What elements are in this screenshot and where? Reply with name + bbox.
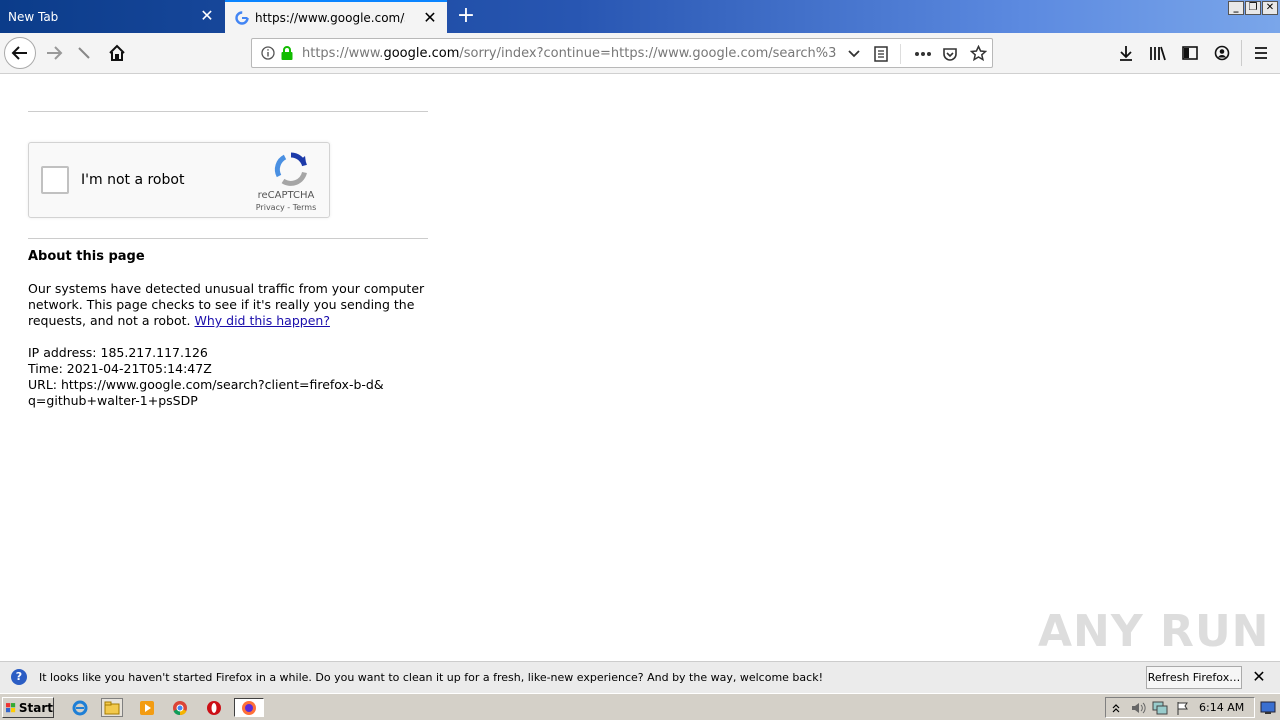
- opera-taskbar-icon[interactable]: [203, 698, 225, 717]
- arrow-right-icon: [47, 46, 63, 60]
- bookmark-star-icon[interactable]: [970, 45, 987, 62]
- why-did-this-happen-link[interactable]: Why did this happen?: [195, 313, 330, 328]
- network-icon[interactable]: [1152, 701, 1168, 715]
- url-path: /sorry/index?continue=https://www.google…: [459, 46, 837, 61]
- recaptcha-widget: I'm not a robot reCAPTCHA Privacy - Term…: [28, 142, 330, 218]
- reload-icon: [78, 47, 90, 59]
- lock-icon[interactable]: [280, 45, 294, 61]
- home-button[interactable]: [101, 37, 133, 69]
- reader-view-icon[interactable]: [874, 46, 888, 62]
- tab-close-icon[interactable]: ✕: [200, 8, 214, 24]
- library-icon: [1150, 46, 1166, 61]
- timestamp: Time: 2021-04-21T05:14:47Z: [28, 361, 212, 376]
- download-icon: [1120, 46, 1132, 61]
- sidebar-button[interactable]: [1174, 37, 1206, 69]
- clock: 6:14 AM: [1199, 701, 1245, 714]
- new-tab-button[interactable]: +: [455, 5, 477, 28]
- tab-strip: New Tab ✕ https://www.google.com/search?…: [0, 0, 1280, 33]
- firefox-taskbar-icon[interactable]: [234, 698, 264, 717]
- watermark: ANY RUN: [1038, 606, 1270, 657]
- account-icon: [1214, 45, 1230, 61]
- back-button[interactable]: [4, 37, 36, 69]
- tab-label: New Tab: [8, 9, 59, 24]
- question-icon: ?: [11, 669, 27, 685]
- windows-logo-icon: [6, 702, 16, 712]
- recaptcha-brand: reCAPTCHA: [257, 190, 315, 201]
- recaptcha-checkbox[interactable]: [41, 166, 69, 194]
- about-text-line: requests, and not a robot. Why did this …: [28, 313, 330, 329]
- menu-button[interactable]: [1245, 37, 1277, 69]
- library-button[interactable]: [1142, 37, 1174, 69]
- about-text-fragment: requests, and not a robot.: [28, 313, 195, 328]
- hamburger-menu-icon: [1255, 47, 1267, 59]
- address-bar[interactable]: https://www.google.com/sorry/index?conti…: [251, 38, 993, 68]
- minimize-button[interactable]: _: [1228, 1, 1244, 15]
- ip-address: IP address: 185.217.117.126: [28, 345, 208, 360]
- media-player-taskbar-icon[interactable]: [136, 698, 158, 717]
- notification-text: It looks like you haven't started Firefo…: [39, 671, 823, 684]
- divider-bottom: [28, 238, 428, 239]
- recaptcha-label: I'm not a robot: [81, 172, 185, 188]
- navigation-toolbar: https://www.google.com/sorry/index?conti…: [0, 33, 1280, 74]
- forward-button[interactable]: [38, 37, 70, 69]
- request-url: URL: https://www.google.com/search?clien…: [28, 377, 384, 392]
- notification-close-icon[interactable]: ✕: [1250, 668, 1268, 686]
- tab-label: https://www.google.com/search?cl: [255, 10, 405, 25]
- action-center-flag-icon[interactable]: [1176, 701, 1190, 715]
- start-label: Start: [18, 700, 53, 715]
- account-button[interactable]: [1206, 37, 1238, 69]
- request-url-continued: q=github+walter-1+psSDP: [28, 393, 198, 408]
- show-desktop-icon[interactable]: [1260, 701, 1276, 714]
- arrow-left-icon: [11, 46, 27, 60]
- tab-close-icon[interactable]: ✕: [423, 10, 437, 26]
- taskbar: Start 6:14 AM: [0, 693, 1280, 720]
- about-heading: About this page: [28, 249, 145, 264]
- url-divider: [900, 44, 901, 64]
- chevron-down-icon[interactable]: [847, 47, 861, 61]
- tab-google-search[interactable]: https://www.google.com/search?cl ✕: [225, 0, 447, 33]
- start-button[interactable]: Start: [2, 697, 54, 718]
- url-text[interactable]: https://www.google.com/sorry/index?conti…: [302, 46, 837, 61]
- pocket-icon[interactable]: [942, 46, 958, 62]
- google-g-icon: [235, 10, 249, 25]
- more-actions-icon[interactable]: [914, 51, 932, 57]
- refresh-firefox-button[interactable]: Refresh Firefox…: [1146, 666, 1242, 689]
- divider-top: [28, 111, 428, 112]
- chrome-taskbar-icon[interactable]: [169, 698, 191, 717]
- recaptcha-logo-icon: [274, 152, 307, 186]
- recaptcha-privacy-terms-link[interactable]: Privacy - Terms: [251, 203, 321, 212]
- about-text-line: network. This page checks to see if it's…: [28, 297, 415, 312]
- notification-bar: ? It looks like you haven't started Fire…: [0, 661, 1280, 693]
- downloads-button[interactable]: [1110, 37, 1142, 69]
- window-close-button[interactable]: ✕: [1262, 1, 1278, 15]
- url-domain: google.com: [383, 46, 460, 61]
- reload-button[interactable]: [68, 37, 100, 69]
- tray-expand-icon[interactable]: [1112, 702, 1120, 714]
- home-icon: [109, 44, 125, 61]
- url-prefix: https://www.: [302, 46, 384, 61]
- info-icon[interactable]: [261, 46, 275, 60]
- about-text-line: Our systems have detected unusual traffi…: [28, 281, 425, 296]
- ie-taskbar-icon[interactable]: [69, 698, 91, 717]
- toolbar-divider: [1241, 40, 1242, 66]
- tab-new-tab[interactable]: New Tab ✕: [0, 0, 224, 33]
- explorer-taskbar-icon[interactable]: [101, 698, 123, 717]
- restore-button[interactable]: ❐: [1245, 1, 1261, 15]
- sidebar-icon: [1182, 46, 1198, 60]
- volume-icon[interactable]: [1130, 701, 1146, 715]
